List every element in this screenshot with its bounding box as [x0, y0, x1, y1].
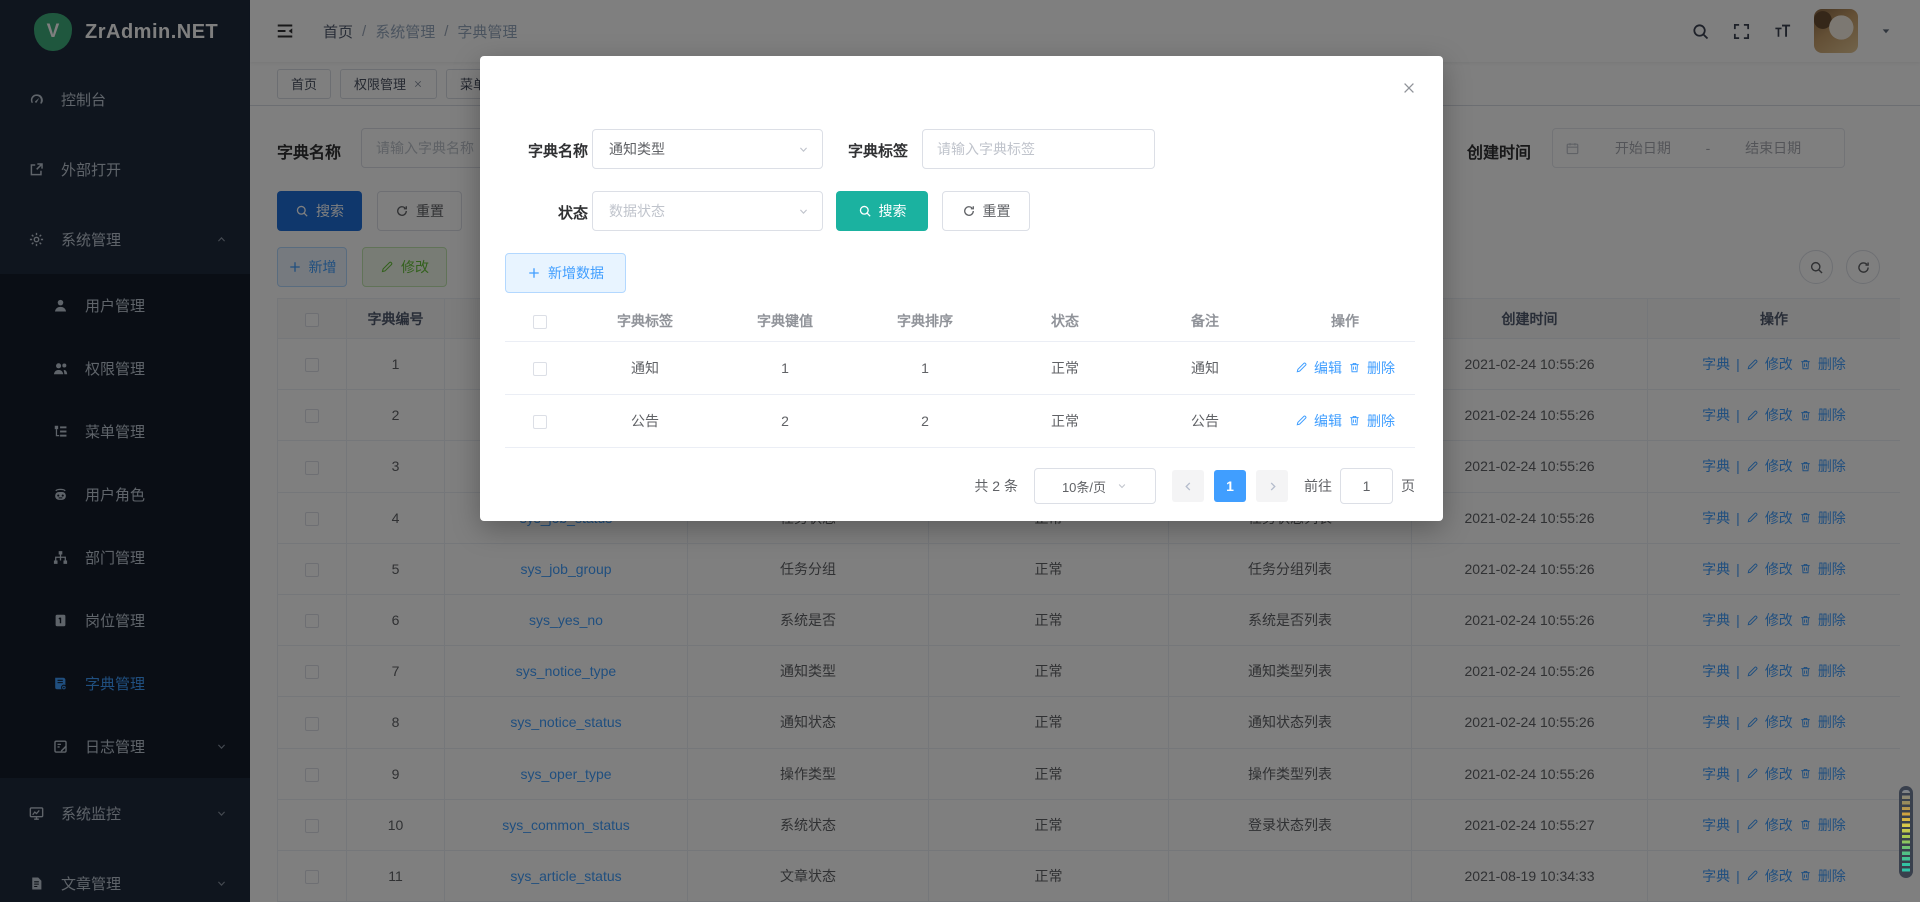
chevron-left-icon	[1182, 480, 1195, 493]
modal-pagination: 共 2 条 10条/页 1 前往 页	[480, 468, 1415, 504]
row-checkbox[interactable]	[533, 362, 547, 376]
pencil-icon	[1295, 414, 1308, 427]
dict-value-cell: 2	[715, 394, 855, 447]
select-all-checkbox[interactable]	[533, 315, 547, 329]
page-1-button[interactable]: 1	[1214, 470, 1246, 502]
action-edit-link[interactable]: 编辑	[1295, 411, 1342, 431]
dict-data-modal: 字典名称 通知类型 字典标签 状态 数据状态 搜索 重置 新增数据	[480, 56, 1443, 521]
action-delete-link[interactable]: 删除	[1348, 411, 1395, 431]
modal-dict-name-label: 字典名称	[498, 140, 588, 161]
row-actions: 编辑删除	[1295, 411, 1395, 431]
action-cell: 编辑删除	[1275, 341, 1415, 394]
goto-label: 前往	[1304, 476, 1332, 496]
dict-label-cell: 公告	[575, 394, 715, 447]
row-actions: 编辑删除	[1295, 358, 1395, 378]
modal-add-data-label: 新增数据	[548, 263, 604, 283]
modal-reset-button[interactable]: 重置	[942, 191, 1030, 231]
modal-status-label: 状态	[498, 202, 588, 223]
status-cell: 正常	[995, 394, 1135, 447]
modal-column-header: 状态	[995, 302, 1135, 341]
pager-buttons: 1	[1172, 470, 1288, 502]
modal-status-select[interactable]: 数据状态	[592, 191, 823, 231]
modal-dict-tag-label: 字典标签	[820, 140, 908, 161]
page-size-value: 10条/页	[1062, 477, 1106, 496]
dict-sort-cell: 1	[855, 341, 995, 394]
trash-icon	[1348, 361, 1361, 374]
row-checkbox[interactable]	[533, 415, 547, 429]
row-select-cell	[505, 341, 575, 394]
modal-search-label: 搜索	[879, 201, 907, 221]
status-cell: 正常	[995, 341, 1135, 394]
prev-page-button[interactable]	[1172, 470, 1204, 502]
modal-dict-name-value: 通知类型	[609, 139, 665, 159]
refresh-icon	[962, 204, 976, 218]
chevron-down-icon	[797, 205, 810, 218]
modal-column-header: 字典键值	[715, 302, 855, 341]
modal-dict-tag-input[interactable]	[922, 129, 1155, 169]
remark-cell: 通知	[1135, 341, 1275, 394]
pencil-icon	[1295, 361, 1308, 374]
page-size-select[interactable]: 10条/页	[1034, 468, 1156, 504]
screen: V ZrAdmin.NET 控制台外部打开系统管理用户管理权限管理菜单管理用户角…	[0, 0, 1920, 902]
modal-add-data-button[interactable]: 新增数据	[505, 253, 626, 293]
goto-page: 前往 页	[1304, 468, 1415, 504]
close-icon[interactable]	[1401, 80, 1417, 96]
search-icon	[858, 204, 872, 218]
modal-dict-data-table: 字典标签字典键值字典排序状态备注操作 通知11正常通知编辑删除公告22正常公告编…	[505, 302, 1415, 448]
modal-column-header: 操作	[1275, 302, 1415, 341]
dict-value-cell: 1	[715, 341, 855, 394]
modal-reset-label: 重置	[983, 201, 1011, 221]
scrollbar-thumb[interactable]	[1899, 786, 1913, 878]
action-edit-link[interactable]: 编辑	[1295, 358, 1342, 378]
modal-search-button[interactable]: 搜索	[836, 191, 928, 231]
row-select-cell	[505, 394, 575, 447]
dict-label-cell: 通知	[575, 341, 715, 394]
modal-status-placeholder: 数据状态	[609, 201, 665, 221]
modal-select-all-header	[505, 302, 575, 341]
remark-cell: 公告	[1135, 394, 1275, 447]
pagination-total: 共 2 条	[974, 476, 1018, 496]
modal-column-header: 备注	[1135, 302, 1275, 341]
modal-table-row: 公告22正常公告编辑删除	[505, 394, 1415, 447]
chevron-down-icon	[797, 143, 810, 156]
scrollbar-stripes	[1902, 790, 1910, 874]
plus-icon	[527, 266, 541, 280]
modal-column-header: 字典排序	[855, 302, 995, 341]
action-cell: 编辑删除	[1275, 394, 1415, 447]
modal-dict-name-select[interactable]: 通知类型	[592, 129, 823, 169]
chevron-down-icon	[1116, 480, 1128, 492]
next-page-button[interactable]	[1256, 470, 1288, 502]
modal-column-header: 字典标签	[575, 302, 715, 341]
goto-page-input[interactable]	[1340, 468, 1393, 504]
action-delete-link[interactable]: 删除	[1348, 358, 1395, 378]
dict-sort-cell: 2	[855, 394, 995, 447]
trash-icon	[1348, 414, 1361, 427]
page-unit-label: 页	[1401, 476, 1415, 496]
chevron-right-icon	[1266, 480, 1279, 493]
modal-table-row: 通知11正常通知编辑删除	[505, 341, 1415, 394]
